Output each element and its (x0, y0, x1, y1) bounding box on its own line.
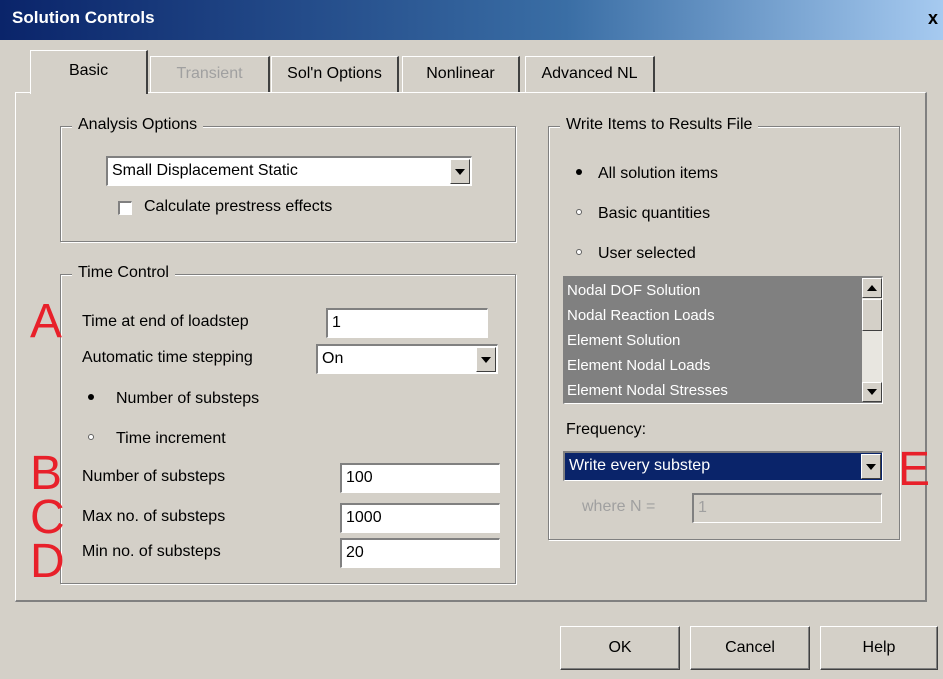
annotation-e: E (898, 443, 931, 496)
tab-nonlinear-label: Nonlinear (426, 65, 495, 82)
end-time-label: Time at end of loadstep (82, 313, 249, 330)
min-substeps-label: Min no. of substeps (82, 543, 221, 560)
auto-step-label: Automatic time stepping (82, 349, 253, 366)
tab-advanced-nl-label: Advanced NL (541, 65, 638, 82)
tab-advanced-nl[interactable]: Advanced NL (525, 56, 655, 92)
auto-step-select[interactable]: On (316, 344, 498, 374)
list-scrollbar[interactable] (862, 278, 882, 402)
prestress-checkbox[interactable] (118, 201, 132, 215)
tab-soln-options-label: Sol'n Options (287, 65, 382, 82)
radio-time-increment-label: Time increment (116, 430, 226, 447)
window-title: Solution Controls (12, 8, 155, 27)
frequency-label: Frequency: (566, 421, 647, 438)
scroll-thumb[interactable] (862, 299, 882, 331)
write-items-label: Write Items to Results File (560, 116, 759, 134)
radio-time-increment[interactable] (87, 433, 95, 441)
annotation-a: A (30, 295, 63, 348)
end-time-input[interactable]: 1 (326, 308, 488, 338)
time-control-label: Time Control (72, 264, 175, 282)
analysis-type-value: Small Displacement Static (112, 162, 298, 179)
cancel-button[interactable]: Cancel (690, 626, 810, 670)
help-button[interactable]: Help (820, 626, 938, 670)
max-substeps-input[interactable]: 1000 (340, 503, 500, 533)
auto-step-value: On (322, 350, 344, 367)
radio-all-items[interactable] (575, 168, 583, 176)
prestress-label: Calculate prestress effects (144, 198, 333, 215)
min-substeps-input[interactable]: 20 (340, 538, 500, 568)
max-substeps-label: Max no. of substeps (82, 508, 226, 525)
title-bar: Solution Controls x (0, 0, 943, 40)
chevron-down-icon[interactable] (450, 159, 470, 184)
radio-basic-quantities-label: Basic quantities (598, 205, 711, 222)
results-items-list[interactable]: Nodal DOF Solution Nodal Reaction Loads … (563, 276, 883, 404)
where-n-input: 1 (692, 493, 882, 523)
radio-user-selected-label: User selected (598, 245, 696, 262)
scroll-down-icon[interactable] (862, 382, 882, 402)
radio-num-substeps[interactable] (87, 393, 95, 401)
list-item[interactable]: Nodal DOF Solution (565, 278, 860, 303)
tab-soln-options[interactable]: Sol'n Options (271, 56, 399, 92)
list-item[interactable]: Element Solution (565, 328, 860, 353)
chevron-down-icon[interactable] (861, 454, 881, 479)
tab-nonlinear[interactable]: Nonlinear (402, 56, 520, 92)
tab-basic-label: Basic (68, 62, 109, 79)
num-substeps-label: Number of substeps (82, 468, 226, 485)
list-item[interactable]: Element Nodal Loads (565, 353, 860, 378)
where-n-label: where N = (582, 498, 656, 515)
frequency-select[interactable]: Write every substep (563, 451, 883, 481)
radio-basic-quantities[interactable] (575, 208, 583, 216)
tab-transient: Transient (150, 56, 270, 92)
annotation-d: D (30, 535, 65, 588)
radio-num-substeps-label: Number of substeps (116, 390, 260, 407)
analysis-options-label: Analysis Options (72, 116, 204, 134)
ok-button[interactable]: OK (560, 626, 680, 670)
tab-transient-label: Transient (176, 65, 243, 82)
chevron-down-icon[interactable] (476, 347, 496, 372)
close-button[interactable]: x (923, 4, 943, 32)
analysis-type-select[interactable]: Small Displacement Static (106, 156, 472, 186)
radio-all-items-label: All solution items (598, 165, 719, 182)
scroll-up-icon[interactable] (862, 278, 882, 298)
list-item[interactable]: Nodal Reaction Loads (565, 303, 860, 328)
num-substeps-input[interactable]: 100 (340, 463, 500, 493)
list-item[interactable]: Element Nodal Stresses (565, 378, 860, 403)
radio-user-selected[interactable] (575, 248, 583, 256)
tab-basic[interactable]: Basic (30, 50, 148, 94)
frequency-value: Write every substep (569, 457, 711, 474)
